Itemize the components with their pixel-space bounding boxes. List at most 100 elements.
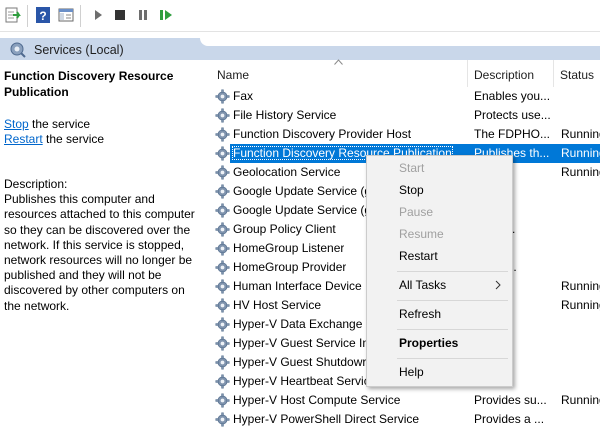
service-gear-icon xyxy=(215,222,230,237)
menu-item-help-label: Help xyxy=(399,365,424,379)
restart-service-icon[interactable] xyxy=(157,6,175,24)
column-header-status-label: Status xyxy=(560,68,595,82)
service-name: Hyper-V Host Compute Service xyxy=(233,393,401,407)
menu-item-properties-label: Properties xyxy=(399,336,459,350)
service-gear-icon xyxy=(215,412,230,427)
menu-item-stop-label: Stop xyxy=(399,183,424,197)
export-list-icon[interactable] xyxy=(4,6,22,24)
service-status: Running xyxy=(561,146,600,160)
restart-service-link[interactable]: Restart xyxy=(4,132,43,146)
service-row[interactable]: Hyper-V Host Compute Service Provides su.… xyxy=(212,391,600,410)
service-gear-icon xyxy=(215,317,230,332)
service-name: File History Service xyxy=(233,108,337,122)
service-gear-icon xyxy=(215,336,230,351)
service-details-pane: Function Discovery Resource Publication … xyxy=(0,60,207,428)
services-gear-icon xyxy=(9,41,26,58)
start-service-icon[interactable] xyxy=(89,6,107,24)
service-gear-icon xyxy=(215,393,230,408)
stop-service-suffix: the service xyxy=(28,117,91,131)
menu-item-refresh[interactable]: Refresh xyxy=(367,303,512,325)
service-context-menu: Start Stop Pause Resume Restart All Task… xyxy=(366,155,513,387)
menu-item-restart[interactable]: Restart xyxy=(367,245,512,267)
column-header-description-label: Description xyxy=(474,68,535,82)
service-name: Function Discovery Provider Host xyxy=(233,127,412,141)
menu-item-stop[interactable]: Stop xyxy=(367,179,512,201)
service-gear-icon xyxy=(215,108,230,123)
service-gear-icon xyxy=(215,298,230,313)
service-gear-icon xyxy=(215,89,230,104)
service-gear-icon xyxy=(215,374,230,389)
selected-service-title: Function Discovery Resource Publication xyxy=(4,69,174,99)
service-status: Running xyxy=(561,165,600,179)
menu-item-resume-label: Resume xyxy=(399,227,444,241)
service-name: HomeGroup Provider xyxy=(233,260,347,274)
menu-item-help[interactable]: Help xyxy=(367,361,512,383)
service-status: Running xyxy=(561,279,600,293)
service-status: Running xyxy=(561,298,600,312)
menu-separator xyxy=(397,300,508,301)
service-name: Hyper-V Heartbeat Servic xyxy=(233,374,370,388)
menu-item-refresh-label: Refresh xyxy=(399,307,442,321)
service-description-cell: The FDPHO... xyxy=(474,127,551,141)
restart-service-line: Restart the service xyxy=(4,131,104,147)
service-row[interactable]: Function Discovery Provider Host The FDPH… xyxy=(212,125,600,144)
show-hide-pane-icon[interactable] xyxy=(57,6,75,24)
toolbar: ? xyxy=(0,0,600,32)
description-text: Publishes this computer and resources at… xyxy=(4,192,195,313)
menu-item-restart-label: Restart xyxy=(399,249,438,263)
service-row[interactable]: File History Service Protects use... xyxy=(212,106,600,125)
service-gear-icon xyxy=(215,184,230,199)
service-gear-icon xyxy=(215,355,230,370)
service-name: Geolocation Service xyxy=(233,165,341,179)
menu-item-properties[interactable]: Properties xyxy=(367,332,512,354)
help-icon[interactable]: ? xyxy=(34,6,52,24)
toolbar-separator xyxy=(80,5,81,27)
service-name: Hyper-V Guest Shutdowr xyxy=(233,355,367,369)
service-description-cell: Provides su... xyxy=(474,393,547,407)
service-row[interactable]: Hyper-V PowerShell Direct Service Provide… xyxy=(212,410,600,428)
service-status: Running xyxy=(561,393,600,407)
stop-service-icon[interactable] xyxy=(111,6,129,24)
service-name: Hyper-V Guest Service In xyxy=(233,336,370,350)
service-description-cell: Protects use... xyxy=(474,108,551,122)
service-name: Hyper-V PowerShell Direct Service xyxy=(233,412,420,426)
stop-service-line: Stop the service xyxy=(4,116,90,132)
toolbar-separator xyxy=(27,5,28,27)
service-gear-icon xyxy=(215,203,230,218)
service-status: Running xyxy=(561,127,600,141)
menu-item-start-label: Start xyxy=(399,161,425,175)
menu-item-all-tasks[interactable]: All Tasks xyxy=(367,274,512,296)
column-header-name-label: Name xyxy=(217,68,250,82)
service-gear-icon xyxy=(215,127,230,142)
service-name: Hyper-V Data Exchange S xyxy=(233,317,374,331)
service-description: Description: Publishes this computer and… xyxy=(4,177,204,314)
service-gear-icon xyxy=(215,165,230,180)
column-header-name[interactable]: Name xyxy=(212,60,467,87)
menu-item-resume[interactable]: Resume xyxy=(367,223,512,245)
column-header-description[interactable]: Description xyxy=(468,60,553,87)
service-description-cell: Provides a ... xyxy=(474,412,545,426)
service-name: HomeGroup Listener xyxy=(233,241,345,255)
submenu-arrow-icon xyxy=(495,280,501,290)
menu-item-start[interactable]: Start xyxy=(367,157,512,179)
restart-service-suffix: the service xyxy=(42,132,105,146)
service-name: Human Interface Device xyxy=(233,279,362,293)
menu-separator xyxy=(397,271,508,272)
menu-item-pause[interactable]: Pause xyxy=(367,201,512,223)
menu-item-pause-label: Pause xyxy=(399,205,434,219)
service-gear-icon xyxy=(215,241,230,256)
service-name: Google Update Service (g xyxy=(233,203,372,217)
stop-service-link[interactable]: Stop xyxy=(4,117,29,131)
column-header-status[interactable]: Status xyxy=(554,60,600,87)
service-name: Fax xyxy=(233,89,254,103)
menu-separator xyxy=(397,329,508,330)
service-gear-icon xyxy=(215,279,230,294)
svg-text:?: ? xyxy=(39,9,46,23)
pause-service-icon[interactable] xyxy=(134,6,152,24)
service-description-cell: Enables you... xyxy=(474,89,551,103)
service-gear-icon xyxy=(215,260,230,275)
service-name: Group Policy Client xyxy=(233,222,336,236)
menu-separator xyxy=(397,358,508,359)
menu-item-all-tasks-label: All Tasks xyxy=(399,278,447,292)
service-row[interactable]: Fax Enables you... xyxy=(212,87,600,106)
